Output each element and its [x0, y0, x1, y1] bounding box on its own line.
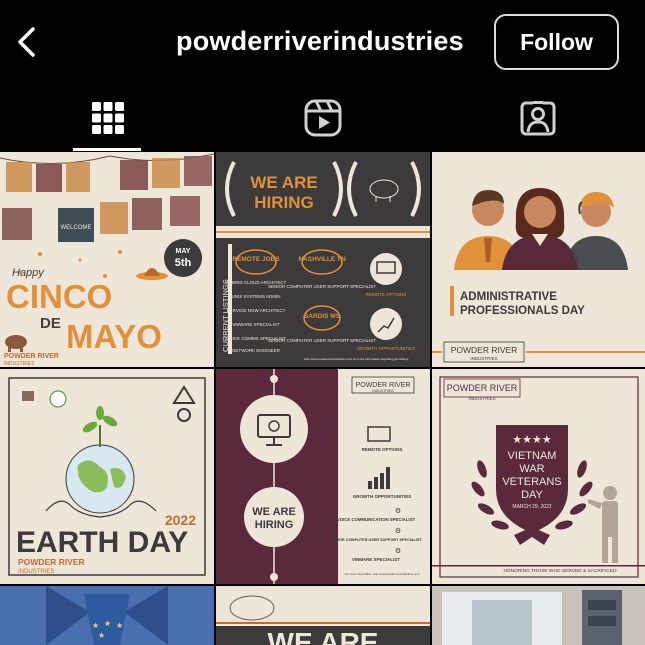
grid-icon: [91, 102, 124, 134]
brand-text: POWDER RIVER: [18, 557, 85, 567]
job-item: SENIOR COMPUTER USER SUPPORT SPECIALIST: [268, 338, 376, 343]
post-vietnam-war-veterans-day[interactable]: POWDER RIVER INDUSTRIES ★★★★ VIETNAM WAR…: [432, 369, 645, 584]
current-listings-label: CURRENT LISTINGS: [221, 279, 230, 352]
job-item: VOICE COMMUNICATION SPECIALIST: [337, 517, 416, 522]
job-item: NETWORK ENGINEER: [232, 348, 281, 353]
we-are-text: WE ARE: [268, 627, 379, 645]
hiring-footer: Visit www.powderriverindustries.com for …: [304, 357, 409, 361]
earth-day-title: EARTH DAY: [16, 526, 188, 559]
post-partial-photo[interactable]: [432, 586, 645, 645]
brand-text: POWDER RIVER: [4, 353, 59, 360]
gear-icon: ⚙: [395, 507, 401, 515]
brand-text: POWDER RIVER: [356, 382, 411, 389]
war-text: WAR: [519, 463, 544, 475]
brand-sub-text: INDUSTRIES: [18, 569, 54, 575]
profile-header: powderriverindustries Follow: [0, 0, 645, 84]
day-text: DAY: [521, 489, 543, 501]
hiring-title-line2: HIRING: [255, 519, 294, 531]
reels-icon: [304, 99, 341, 137]
job-item: VMWARE SPECIALIST: [352, 557, 400, 562]
veterans-text: VETERANS: [502, 476, 561, 488]
svg-text:★: ★: [98, 631, 105, 640]
hiring-footer: For more information, visit www.powderri…: [345, 572, 420, 576]
post-partial-we-are[interactable]: WE ARE: [216, 586, 430, 645]
post-we-are-hiring-listings[interactable]: WE ARE HIRING CURRENT LISTINGS REMOTE JO…: [216, 152, 430, 367]
post-cinco-de-mayo[interactable]: WELCOME MAY 5th Happy CINCO DE MAYO POWD…: [0, 152, 214, 367]
growth-label: GROWTH OPPORTUNITIES: [353, 494, 412, 499]
vietnam-text: VIETNAM: [508, 450, 557, 462]
post-administrative-professionals-day[interactable]: ADMINISTRATIVE PROFESSIONALS DAY POWDER …: [432, 152, 645, 367]
remote-options-label: REMOTE OPTIONS: [366, 292, 407, 297]
stars: ★★★★: [512, 434, 552, 446]
svg-text:★: ★: [92, 621, 99, 630]
hiring-title-line2: HIRING: [254, 193, 314, 212]
sardis-bubble: SARDIS MS: [304, 313, 341, 320]
tab-reels[interactable]: [215, 84, 430, 152]
bison-logo: [22, 391, 34, 401]
earth-badge-icon: [49, 390, 67, 408]
growth-label: GROWTH OPPORTUNITIES: [357, 346, 415, 351]
tab-posts[interactable]: [0, 84, 215, 152]
svg-text:★: ★: [116, 621, 123, 630]
admin-title-line1: ADMINISTRATIVE: [460, 291, 557, 303]
cinco-text: CINCO: [6, 278, 112, 315]
chevron-left-icon: [18, 27, 35, 57]
job-item: VMWARE SPECIALIST: [232, 322, 280, 327]
hiring-title-line1: WE ARE: [250, 173, 317, 192]
brand-sub-text: INDUSTRIES: [372, 389, 394, 393]
back-button[interactable]: [8, 22, 44, 62]
remote-options-label: REMOTE OPTIONS: [362, 447, 403, 452]
mayo-text: MAYO: [66, 318, 162, 355]
remote-jobs-bubble: REMOTE JOBS: [232, 256, 280, 263]
post-earth-day[interactable]: 2022 EARTH DAY POWDER RIVER INDUSTRIES: [0, 369, 214, 584]
gear-icon: ⚙: [395, 547, 401, 555]
brand-sub-text: INDUSTRIES: [4, 361, 35, 367]
post-partial-blue[interactable]: ★ ★ ★ ★: [0, 586, 214, 645]
active-tab-indicator: [73, 148, 141, 151]
honoring-footer: HONORING THOSE WHO SERVED & SACRIFICED: [503, 568, 617, 574]
profile-username: powderriverindustries: [176, 26, 464, 56]
post-we-are-hiring-maroon[interactable]: WE ARE HIRING POWDER RIVER INDUSTRIES RE…: [216, 369, 430, 584]
svg-text:★: ★: [104, 619, 111, 628]
job-item: SENIOR COMPUTER USER SUPPORT SPECIALIST: [330, 538, 422, 542]
admin-title-line2: PROFESSIONALS DAY: [460, 305, 585, 317]
brand-text: POWDER RIVER: [447, 383, 518, 393]
tab-tagged[interactable]: [430, 84, 645, 152]
job-item: SENIOR COMPUTER USER SUPPORT SPECIALIST: [268, 284, 376, 289]
job-item: UNIX SYSTEMS ADMIN: [231, 294, 280, 299]
follow-button[interactable]: Follow: [494, 14, 619, 70]
brand-text: POWDER RIVER: [451, 345, 518, 355]
date-month: MAY: [176, 248, 191, 255]
de-text: DE: [40, 315, 61, 332]
posts-grid: WELCOME MAY 5th Happy CINCO DE MAYO POWD…: [0, 152, 645, 645]
event-date: MARCH 29, 2022: [512, 504, 551, 510]
banner-text: WELCOME: [60, 225, 91, 231]
brand-sub-text: INDUSTRIES: [468, 396, 495, 401]
job-item: SERVICE NOW ARCHITECT: [227, 308, 286, 313]
nashville-bubble: NASHVILLE TN: [298, 256, 346, 263]
gear-icon: ⚙: [395, 527, 401, 535]
profile-tabs: [0, 84, 645, 152]
date-day: 5th: [175, 257, 192, 269]
hiring-title-line1: WE ARE: [252, 506, 296, 518]
tagged-person-icon: [520, 100, 555, 136]
brand-sub-text: INDUSTRIES: [470, 356, 497, 361]
